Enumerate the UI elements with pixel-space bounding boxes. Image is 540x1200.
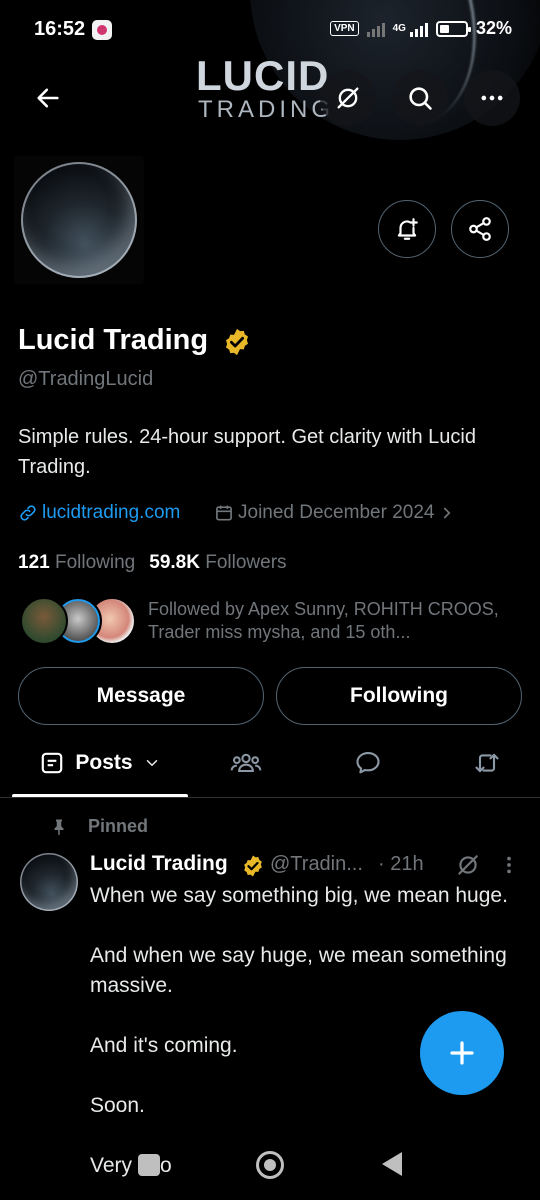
message-button[interactable]: Message: [18, 667, 264, 725]
website-text[interactable]: lucidtrading.com: [42, 502, 180, 524]
pinned-indicator: Pinned: [50, 816, 148, 837]
battery-percent: 32%: [475, 18, 512, 38]
link-icon: [20, 505, 36, 521]
post-paragraph: When we say something big, we mean huge.: [90, 884, 508, 907]
profile-bio: Simple rules. 24-hour support. Get clari…: [18, 426, 476, 478]
joined-text: Joined December 2024: [238, 502, 435, 523]
system-navigation-bar: [0, 1140, 540, 1200]
post-paragraph: And when we say huge, we mean something …: [90, 944, 507, 997]
following-label: Following: [54, 552, 136, 573]
vpn-icon: VPN: [330, 21, 359, 36]
battery-icon: [435, 20, 471, 37]
tabs-divider: [0, 797, 540, 798]
post-author-name[interactable]: Lucid Trading: [90, 852, 228, 876]
compose-post-button[interactable]: [420, 1011, 504, 1095]
grok-icon: [337, 87, 359, 109]
followed-by-text[interactable]: Followed by Apex Sunny, ROHITH CROOS, Tr…: [148, 598, 528, 644]
tab-replies[interactable]: [338, 733, 398, 793]
bell-plus-icon: [397, 218, 418, 240]
followers-count-link[interactable]: 59.8K Followers: [149, 552, 286, 574]
chevron-right-icon: [444, 507, 451, 519]
tab-communities[interactable]: [216, 733, 276, 793]
search-icon: [409, 87, 432, 110]
back-button[interactable]: [20, 70, 76, 126]
post-author-avatar[interactable]: [20, 853, 78, 911]
search-button[interactable]: [392, 70, 448, 126]
grok-icon: [458, 855, 478, 875]
verified-badge-icon: [241, 854, 265, 883]
speech-bubble-icon: [356, 752, 380, 774]
share-icon: [469, 217, 491, 241]
share-profile-button[interactable]: [451, 200, 509, 258]
profile-tabs: Posts: [0, 733, 540, 798]
profile-website-link[interactable]: lucidtrading.com: [18, 502, 180, 524]
follow-counts: 121 Following 59.8K Followers: [18, 552, 287, 574]
arrow-left-icon: [37, 88, 59, 108]
communities-icon: [230, 753, 262, 773]
grok-explain-button[interactable]: [455, 852, 481, 883]
mutual-follower-avatar[interactable]: [20, 597, 68, 645]
tab-reposts[interactable]: [457, 733, 517, 793]
plus-icon: [450, 1041, 474, 1065]
signal-icon-sim2: [409, 21, 428, 37]
more-options-button[interactable]: [464, 70, 520, 126]
posts-icon: [42, 752, 63, 774]
profile-avatar[interactable]: [21, 162, 137, 278]
tab-posts[interactable]: Posts: [14, 733, 186, 793]
repost-icon: [475, 753, 499, 773]
banner-logo-line2: TRADING: [198, 96, 334, 123]
status-time: 16:52: [34, 18, 86, 40]
recent-apps-button[interactable]: [138, 1154, 160, 1176]
more-vertical-icon: [507, 856, 511, 874]
notifications-subscribe-button[interactable]: [378, 200, 436, 258]
profile-handle: @TradingLucid: [18, 368, 154, 390]
following-button[interactable]: Following: [276, 667, 522, 725]
signal-icon-sim1: [366, 21, 385, 37]
post-author-handle[interactable]: @Tradin...: [270, 853, 363, 876]
followers-label: Followers: [205, 552, 287, 573]
grok-button[interactable]: [320, 70, 376, 126]
chevron-down-icon: [146, 760, 157, 767]
profile-joined[interactable]: Joined December 2024: [214, 502, 456, 524]
profile-display-name: Lucid Trading: [18, 324, 209, 356]
following-count: 121: [18, 552, 50, 573]
followers-count: 59.8K: [149, 552, 200, 573]
pin-icon: [54, 819, 64, 835]
app-notification-icon: [92, 20, 112, 40]
home-button[interactable]: [256, 1151, 284, 1179]
status-bar: 16:52 VPN 4G 32%: [0, 0, 540, 60]
verified-badge-icon[interactable]: [222, 327, 252, 362]
post-more-button[interactable]: [498, 854, 520, 881]
pinned-label: Pinned: [88, 816, 149, 836]
following-count-link[interactable]: 121 Following: [18, 552, 135, 574]
system-back-button[interactable]: [382, 1152, 402, 1176]
post-timestamp[interactable]: · 21h: [378, 853, 424, 876]
status-icons: VPN 4G 32%: [330, 18, 512, 39]
more-horizontal-icon: [481, 95, 503, 101]
calendar-icon: [216, 505, 232, 521]
network-type-label: 4G: [392, 22, 406, 34]
post-paragraph: Soon.: [90, 1094, 145, 1117]
tab-posts-label: Posts: [75, 751, 133, 774]
